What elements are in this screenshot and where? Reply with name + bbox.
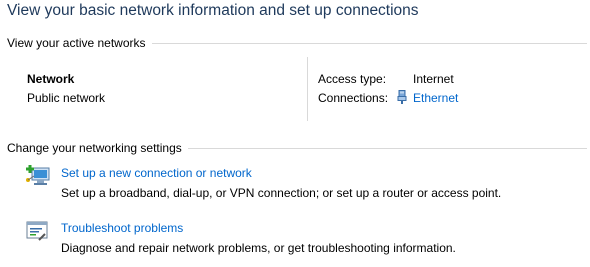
networking-settings-header-label: Change your networking settings bbox=[7, 141, 182, 155]
network-sharing-center: View your basic network information and … bbox=[0, 0, 590, 267]
access-type-label: Access type: bbox=[318, 72, 387, 86]
setup-connection-link[interactable]: Set up a new connection or network bbox=[61, 166, 252, 180]
active-networks-header-label: View your active networks bbox=[7, 36, 146, 50]
networking-settings-header: Change your networking settings bbox=[7, 140, 587, 156]
section-divider bbox=[187, 147, 587, 149]
new-connection-icon[interactable] bbox=[25, 164, 51, 186]
ethernet-adapter-icon bbox=[397, 90, 407, 104]
network-info-divider bbox=[307, 57, 308, 121]
troubleshoot-link[interactable]: Troubleshoot problems bbox=[61, 221, 183, 235]
connections-label: Connections: bbox=[318, 91, 389, 105]
setup-connection-description: Set up a broadband, dial-up, or VPN conn… bbox=[61, 186, 502, 200]
troubleshoot-description: Diagnose and repair network problems, or… bbox=[61, 241, 456, 255]
ethernet-connection-link[interactable]: Ethernet bbox=[413, 91, 458, 105]
network-name: Network bbox=[27, 72, 75, 86]
active-networks-header: View your active networks bbox=[7, 35, 587, 51]
access-type-value: Internet bbox=[413, 72, 454, 86]
troubleshoot-icon[interactable] bbox=[25, 220, 51, 242]
section-divider bbox=[151, 42, 587, 44]
network-category: Public network bbox=[27, 91, 106, 105]
page-title: View your basic network information and … bbox=[7, 2, 419, 19]
